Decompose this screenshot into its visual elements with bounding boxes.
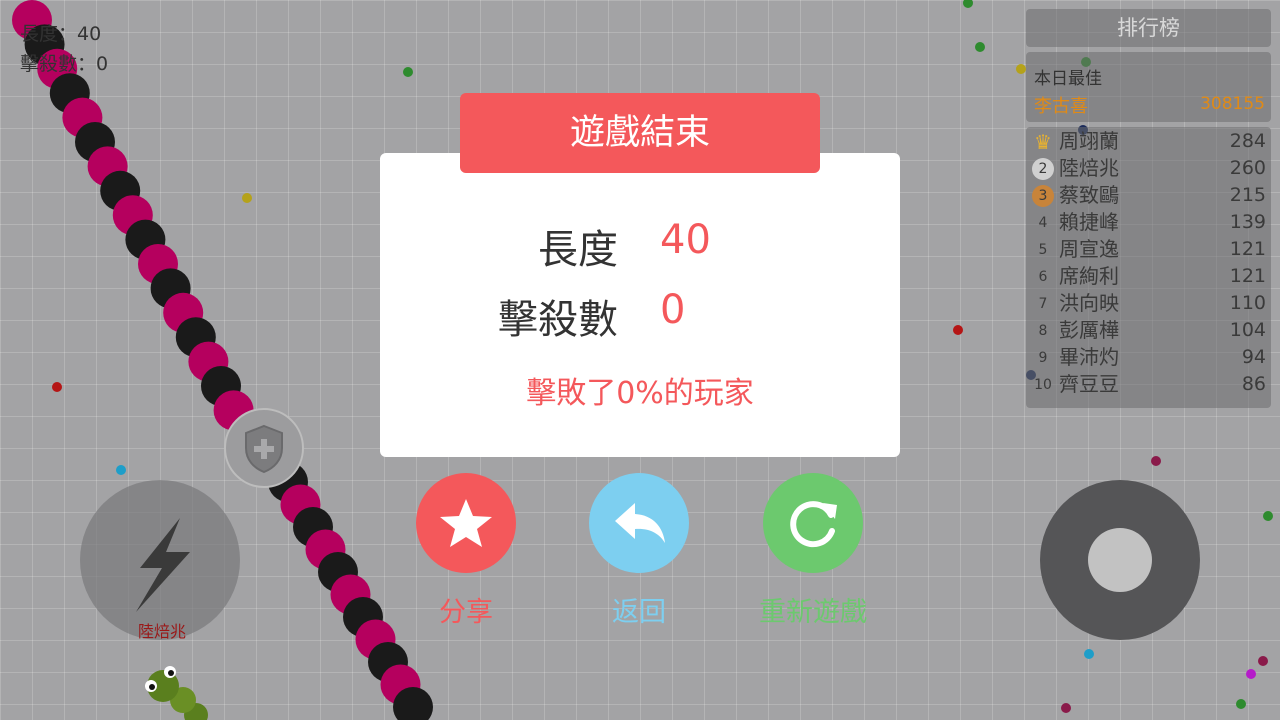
reply-arrow-icon (615, 503, 665, 543)
rank-badge: 8 (1038, 323, 1048, 339)
food-pellet (953, 325, 963, 335)
rank-badge: 6 (1038, 269, 1048, 285)
kills-label: 擊殺數 (498, 297, 618, 343)
refresh-icon (790, 501, 837, 548)
rank-badge: 7 (1038, 296, 1048, 312)
food-pellet (242, 193, 252, 203)
leaderboard-name: 席絢利 (1059, 264, 1119, 288)
leaderboard-name: 周翊蘭 (1059, 129, 1119, 153)
leaderboard-row: 7 洪向映 110 (1026, 290, 1271, 317)
player-name-tag: 陸焙兆 (137, 622, 186, 640)
share-label: 分享 (439, 597, 493, 628)
boost-button[interactable] (80, 480, 240, 640)
leaderboard-row: 6 席絢利 121 (1026, 263, 1271, 290)
crown-icon: ♛ (1034, 130, 1052, 154)
rank-badge: 3 (1032, 185, 1054, 207)
food-pellet (1258, 656, 1268, 666)
rank-badge: 4 (1038, 215, 1048, 231)
leaderboard-name: 蔡致鷗 (1059, 183, 1119, 207)
kills-value: 0 (660, 287, 686, 333)
leaderboard-score: 215 (1229, 184, 1266, 206)
restart-label: 重新遊戲 (759, 597, 867, 628)
leaderboard-score: 86 (1241, 373, 1266, 395)
food-pellet (1151, 456, 1161, 466)
leaderboard-name: 周宣逸 (1059, 237, 1119, 261)
food-pellet (1084, 649, 1094, 659)
rank-badge: 2 (1032, 158, 1054, 180)
food-pellet (1061, 703, 1071, 713)
leaderboard-row: 5 周宣逸 121 (1026, 236, 1271, 263)
game-over-dialog: 長度 40 擊殺數 0 擊敗了0%的玩家 (380, 153, 900, 457)
food-pellet (963, 0, 973, 8)
snake-pupil (149, 684, 155, 690)
defeat-percentage-text: 擊敗了0%的玩家 (526, 376, 754, 411)
leaderboard-name: 彭厲樺 (1059, 318, 1119, 342)
snake-pupil (168, 670, 174, 676)
leaderboard-score: 121 (1229, 238, 1266, 260)
joystick[interactable] (1040, 480, 1200, 640)
leaderboard-row: ♛ 周翊蘭 284 (1026, 128, 1271, 155)
leaderboard-row: 3 蔡致鷗 215 (1026, 182, 1271, 209)
leaderboard-name: 畢沛灼 (1059, 345, 1119, 369)
leaderboard-daily-best: 本日最佳 李古喜 308155 (1026, 52, 1271, 122)
rank-badge: 5 (1038, 242, 1048, 258)
food-pellet (116, 465, 126, 475)
food-pellet (1016, 64, 1026, 74)
hud-length: 長度：40 (20, 23, 102, 45)
leaderboard-score: 104 (1229, 319, 1266, 341)
game-over-title: 遊戲結束 (460, 93, 820, 173)
food-pellet (403, 67, 413, 77)
star-icon (440, 499, 492, 547)
leaderboard-row: 2 陸焙兆 260 (1026, 155, 1271, 182)
leaderboard-name: 洪向映 (1059, 291, 1119, 315)
back-label: 返回 (612, 597, 666, 628)
hud-kills: 擊殺數：0 (20, 53, 109, 75)
rank-badge: 10 (1034, 377, 1052, 393)
leaderboard-title: 排行榜 (1026, 9, 1271, 47)
daily-best-score: 308155 (1200, 94, 1265, 114)
leaderboard-row: 10 齊豆豆 86 (1026, 371, 1271, 398)
leaderboard-score: 260 (1229, 157, 1266, 179)
leaderboard-row: 9 畢沛灼 94 (1026, 344, 1271, 371)
shield-icon (245, 424, 283, 474)
food-pellet (52, 382, 62, 392)
length-label: 長度 (538, 227, 618, 273)
food-pellet (1263, 511, 1273, 521)
restart-button[interactable] (763, 473, 863, 573)
leaderboard-name: 賴捷峰 (1059, 210, 1119, 234)
leaderboard-row: 8 彭厲樺 104 (1026, 317, 1271, 344)
leaderboard-score: 284 (1229, 130, 1266, 152)
daily-best-name: 李古喜 (1034, 96, 1088, 117)
daily-best-label: 本日最佳 (1034, 69, 1102, 89)
leaderboard-name: 齊豆豆 (1059, 372, 1119, 396)
leaderboard-name: 陸焙兆 (1059, 156, 1119, 180)
length-value: 40 (660, 217, 711, 263)
leaderboard-score: 139 (1229, 211, 1266, 233)
food-pellet (1246, 669, 1256, 679)
rank-badge: 9 (1038, 350, 1048, 366)
leaderboard-score: 121 (1229, 265, 1266, 287)
leaderboard-score: 110 (1229, 292, 1266, 314)
food-pellet (975, 42, 985, 52)
food-pellet (1236, 699, 1246, 709)
shield-button[interactable] (224, 408, 304, 488)
leaderboard-list: ♛ 周翊蘭 284 2 陸焙兆 260 3 蔡致鷗 215 4 賴捷峰 139 5 周宣逸 121 6 席絢利 1… (1026, 127, 1271, 408)
joystick-knob[interactable] (1088, 528, 1152, 592)
back-button[interactable] (589, 473, 689, 573)
leaderboard-row: 4 賴捷峰 139 (1026, 209, 1271, 236)
share-button[interactable] (416, 473, 516, 573)
lightning-icon (136, 518, 190, 612)
leaderboard-score: 94 (1241, 346, 1266, 368)
